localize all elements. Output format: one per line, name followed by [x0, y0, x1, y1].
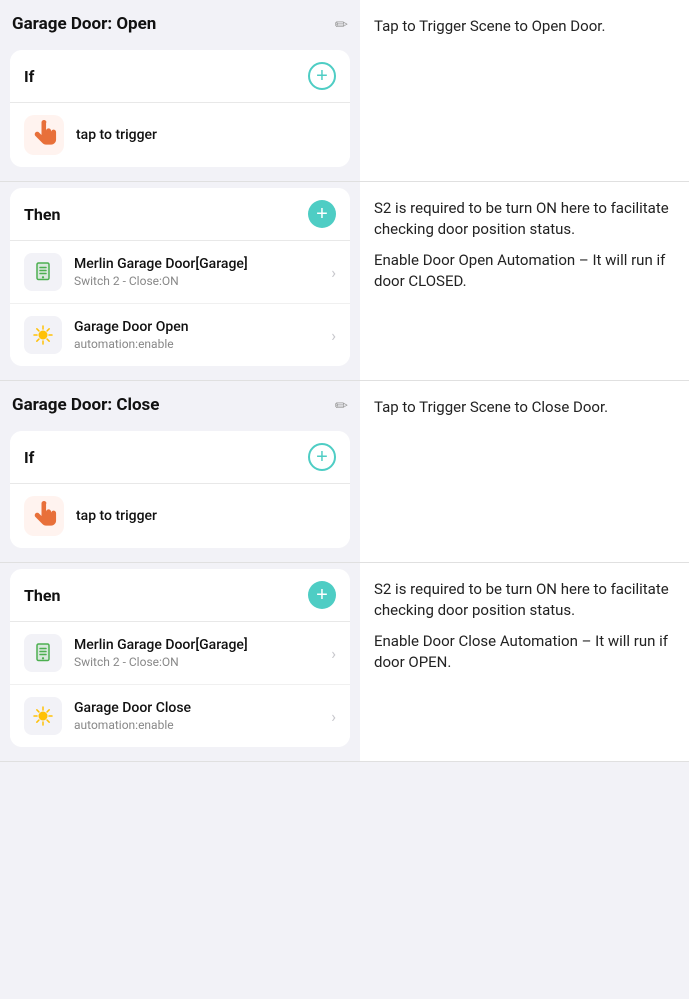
scene1-then-item1-title: Merlin Garage Door[Garage]: [74, 256, 331, 272]
scene1-then-item-1[interactable]: Merlin Garage Door[Garage] Switch 2 - Cl…: [10, 241, 350, 303]
automation-icon-1: [31, 323, 55, 347]
scene2-then-item1-text: Merlin Garage Door[Garage] Switch 2 - Cl…: [74, 637, 331, 669]
scene1-then-item1-subtitle: Switch 2 - Close:ON: [74, 274, 331, 288]
scene1-edit-icon[interactable]: ✏: [335, 15, 348, 34]
scene1-then-desc-p1: S2 is required to be turn ON here to fac…: [374, 198, 675, 240]
scene2-if-block: If + tap to trigger: [10, 431, 350, 548]
scene2-trigger-item[interactable]: tap to trigger: [10, 484, 350, 548]
scene2-then-row: Then +: [0, 563, 689, 762]
scene2-then-item2-title: Garage Door Close: [74, 700, 331, 716]
scene1-then-right: S2 is required to be turn ON here to fac…: [360, 182, 689, 380]
scene1-if-description: Tap to Trigger Scene to Open Door.: [374, 17, 605, 35]
scene2-if-label: If: [24, 448, 34, 467]
scene1-garage-icon-1: [24, 253, 62, 291]
tap-trigger-icon-2: [24, 496, 64, 536]
tap-trigger-icon: [24, 115, 64, 155]
scene2-title: Garage Door: Close: [12, 395, 159, 415]
scene1-then-item2-chevron: ›: [331, 326, 336, 345]
scene2-then-item1-title: Merlin Garage Door[Garage]: [74, 637, 331, 653]
scene1-then-label: Then: [24, 205, 60, 224]
scene1-trigger-item[interactable]: tap to trigger: [10, 103, 350, 167]
scene2-then-item2-text: Garage Door Close automation:enable: [74, 700, 331, 732]
scene1-if-label: If: [24, 67, 34, 86]
scene1-title: Garage Door: Open: [12, 14, 156, 34]
scene2-left-panel: Garage Door: Close ✏ If + tap to trigger: [0, 381, 360, 562]
scene2-then-item2-subtitle: automation:enable: [74, 718, 331, 732]
scene2-if-header: If +: [10, 431, 350, 483]
scene1-if-right: Tap to Trigger Scene to Open Door.: [360, 0, 689, 181]
scene1-if-block: If + tap to trigger: [10, 50, 350, 167]
scene2-if-right: Tap to Trigger Scene to Close Door.: [360, 381, 689, 562]
scene2-then-add-button[interactable]: +: [308, 581, 336, 609]
scene1-if-row: Garage Door: Open ✏ If + tap to: [0, 0, 689, 182]
scene2-garage-icon-1: [24, 634, 62, 672]
scene2-then-block: Then +: [10, 569, 350, 747]
scene1-trigger-text: tap to trigger: [76, 127, 336, 143]
garage-door-icon-1: [31, 260, 55, 284]
scene2-then-left: Then +: [0, 563, 360, 761]
scene1-then-item2-text: Garage Door Open automation:enable: [74, 319, 331, 351]
scene2-trigger-title: tap to trigger: [76, 508, 336, 524]
scene1-title-bar: Garage Door: Open ✏: [0, 0, 360, 44]
scene2-trigger-text: tap to trigger: [76, 508, 336, 524]
scene1-if-add-button[interactable]: +: [308, 62, 336, 90]
scene1-then-desc-p2: Enable Door Open Automation – It will ru…: [374, 250, 675, 292]
scene1-then-row: Then +: [0, 182, 689, 381]
scene2-then-item-2[interactable]: Garage Door Close automation:enable ›: [10, 684, 350, 747]
scene2-then-desc-p1: S2 is required to be turn ON here to fac…: [374, 579, 675, 621]
scene2-then-item2-chevron: ›: [331, 707, 336, 726]
scene2-then-desc-p2: Enable Door Close Automation – It will r…: [374, 631, 675, 673]
scene1-then-left: Then +: [0, 182, 360, 380]
scene2-then-item1-subtitle: Switch 2 - Close:ON: [74, 655, 331, 669]
scene2-edit-icon[interactable]: ✏: [335, 396, 348, 415]
scene1-automation-icon-1: [24, 316, 62, 354]
scene2-automation-icon-1: [24, 697, 62, 735]
scene1-then-item1-chevron: ›: [331, 263, 336, 282]
scene1-if-header: If +: [10, 50, 350, 102]
scene1-then-add-button[interactable]: +: [308, 200, 336, 228]
scene2-then-item-1[interactable]: Merlin Garage Door[Garage] Switch 2 - Cl…: [10, 622, 350, 684]
scene2-title-bar: Garage Door: Close ✏: [0, 381, 360, 425]
scene1-trigger-icon-wrap: [24, 115, 64, 155]
scene1-then-header: Then +: [10, 188, 350, 240]
scene1-trigger-title: tap to trigger: [76, 127, 336, 143]
scene1-left-panel: Garage Door: Open ✏ If + tap to: [0, 0, 360, 181]
scene2-if-add-button[interactable]: +: [308, 443, 336, 471]
scene1-then-item2-subtitle: automation:enable: [74, 337, 331, 351]
scene1-then-item1-text: Merlin Garage Door[Garage] Switch 2 - Cl…: [74, 256, 331, 288]
scene1-then-block: Then +: [10, 188, 350, 366]
scene2-then-item1-chevron: ›: [331, 644, 336, 663]
automation-icon-2: [31, 704, 55, 728]
scene2-if-row: Garage Door: Close ✏ If + tap to trigger: [0, 381, 689, 563]
garage-door-icon-2: [31, 641, 55, 665]
scene2-then-header: Then +: [10, 569, 350, 621]
scene2-trigger-icon-wrap: [24, 496, 64, 536]
scene2-then-right: S2 is required to be turn ON here to fac…: [360, 563, 689, 761]
scene2-if-description: Tap to Trigger Scene to Close Door.: [374, 398, 608, 416]
scene2-then-label: Then: [24, 586, 60, 605]
scene1-then-item-2[interactable]: Garage Door Open automation:enable ›: [10, 303, 350, 366]
scene1-then-item2-title: Garage Door Open: [74, 319, 331, 335]
